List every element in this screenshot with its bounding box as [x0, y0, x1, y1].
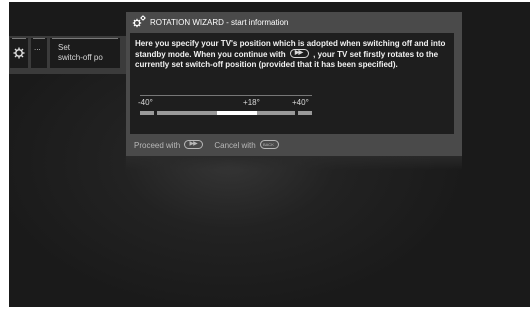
divider: [52, 38, 118, 39]
rotation-scale: -40° +18° +40°: [138, 95, 312, 125]
wizard-description: Here you specify your TV's position whic…: [135, 39, 453, 70]
menu-item-more[interactable]: ...: [31, 38, 47, 68]
divider: [33, 38, 45, 39]
rotation-wizard-dialog: ROTATION WIZARD - start information Here…: [126, 12, 462, 156]
switch-off-label: switch-off po: [58, 53, 103, 62]
scale-min-label: -40°: [138, 98, 153, 107]
menu-item-set-switch-off[interactable]: Set switch-off po: [50, 38, 120, 68]
more-label: ...: [34, 43, 41, 52]
scale-current-label: +18°: [243, 98, 260, 107]
scale-max-label: +40°: [292, 98, 309, 107]
scale-position-indicator: [217, 111, 258, 115]
wizard-content: Here you specify your TV's position whic…: [130, 33, 454, 134]
gear-icon: [13, 47, 25, 59]
back-key-text: BACK: [262, 142, 274, 147]
wizard-footer: Proceed with ▶▶ Cancel with BACK: [134, 140, 279, 150]
wizard-title: ROTATION WIZARD - start information: [150, 18, 289, 27]
dialog-shadow: [126, 156, 462, 170]
menu-item-settings[interactable]: [10, 38, 28, 68]
tv-screen: ... Set switch-off po ROTATION WIZARD - …: [9, 2, 530, 307]
forward-key-icon[interactable]: ▶▶: [184, 140, 204, 149]
proceed-label: Proceed with: [134, 141, 181, 150]
wizard-header: ROTATION WIZARD - start information: [126, 12, 462, 32]
scale-left-cap: [140, 111, 154, 115]
scale-right-cap: [298, 111, 312, 115]
gears-icon: [132, 15, 146, 28]
cancel-label: Cancel with: [214, 141, 256, 150]
back-key-icon[interactable]: BACK: [259, 140, 279, 149]
divider: [12, 38, 26, 39]
scale-divider: [140, 95, 312, 96]
forward-key-icon: ▶▶: [289, 49, 309, 58]
set-label: Set: [58, 43, 71, 52]
